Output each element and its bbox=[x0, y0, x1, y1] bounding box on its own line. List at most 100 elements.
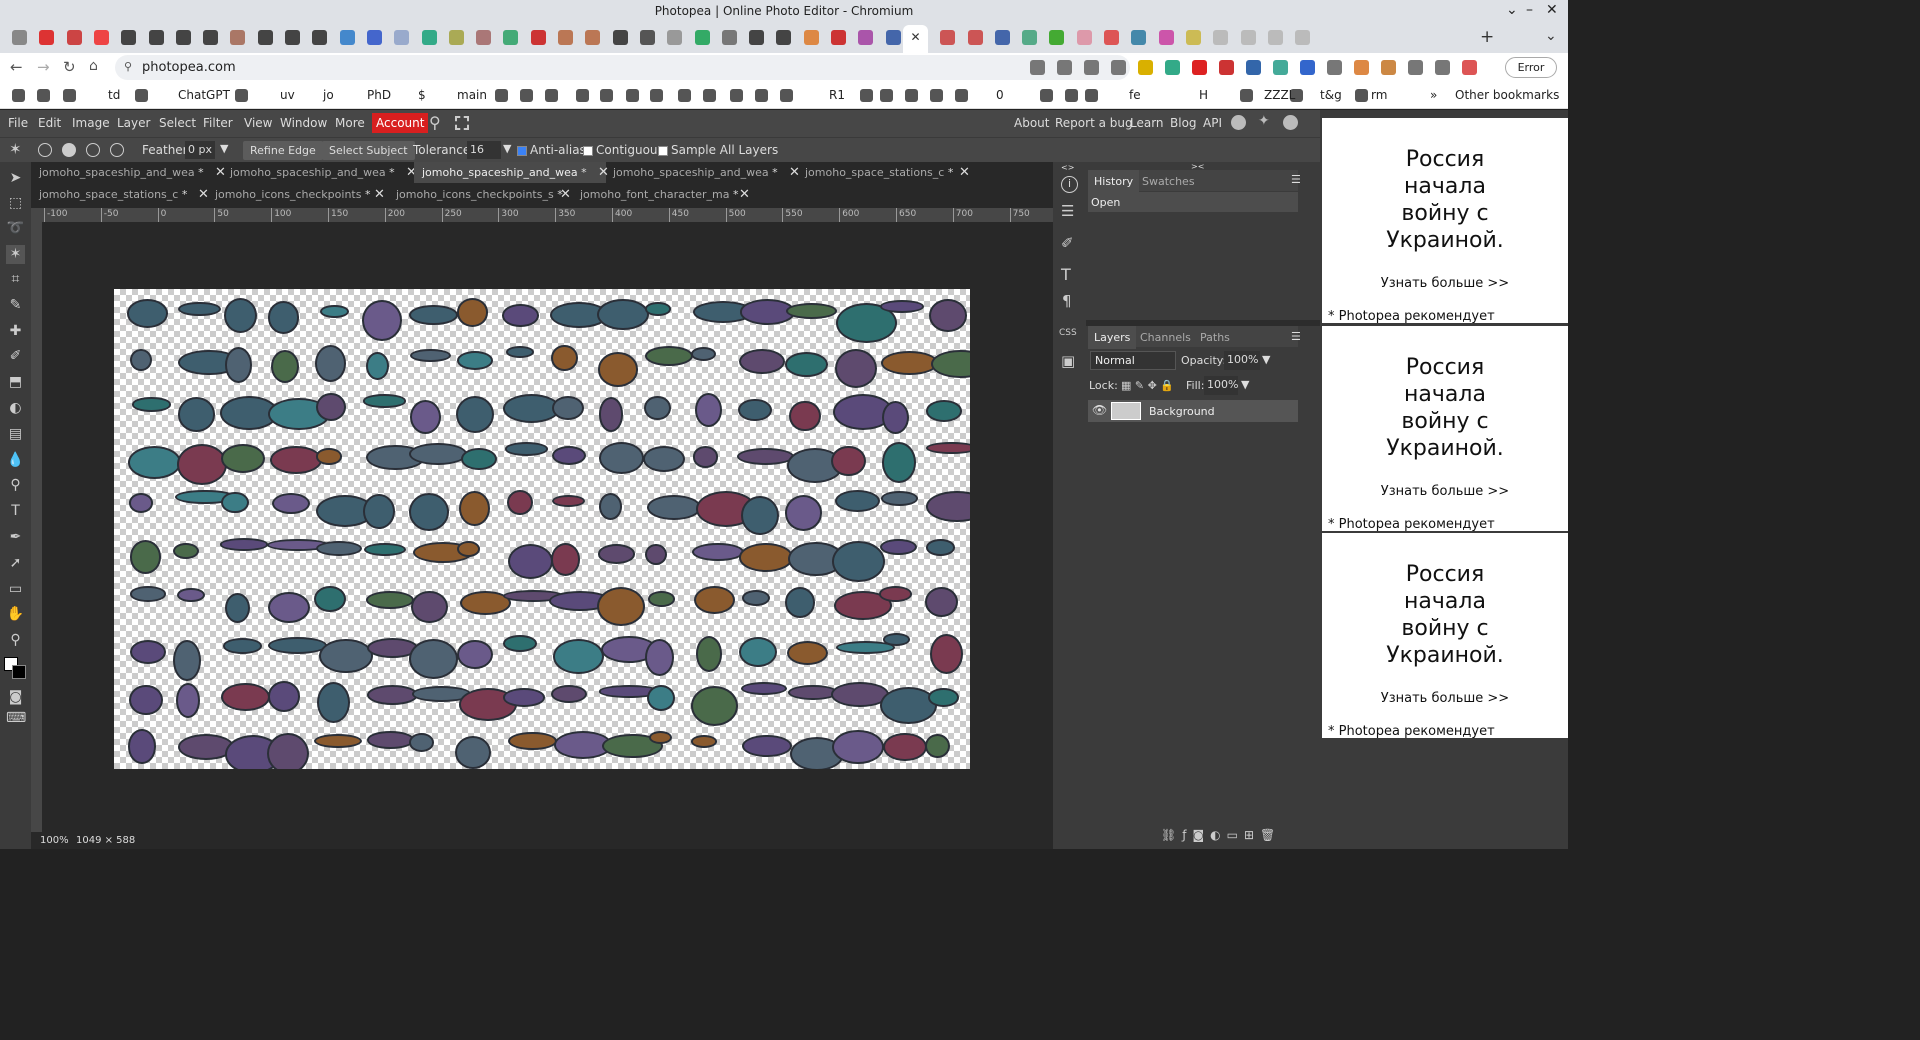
profile-error-button[interactable]: Error bbox=[1505, 57, 1557, 78]
new-selection-icon[interactable] bbox=[38, 143, 52, 157]
layer-actions[interactable]: ⛓ƒ◙◐▭⊞🗑 bbox=[1161, 828, 1281, 842]
tab-favicon[interactable] bbox=[749, 30, 765, 45]
tab-favicon[interactable] bbox=[694, 30, 710, 45]
extension-icon[interactable] bbox=[1327, 60, 1342, 75]
link-api[interactable]: API bbox=[1203, 116, 1222, 130]
bookmark-icon[interactable] bbox=[520, 89, 533, 102]
extension-icon[interactable] bbox=[1408, 60, 1423, 75]
layers-menu-icon[interactable]: ☰ bbox=[1291, 330, 1301, 343]
zoom-tool-icon[interactable]: ⚲ bbox=[6, 631, 25, 650]
collapse-icon[interactable]: <> bbox=[1061, 163, 1074, 172]
menu-select[interactable]: Select bbox=[159, 116, 196, 130]
extension-icon[interactable] bbox=[1300, 60, 1315, 75]
tab-favicon[interactable] bbox=[39, 30, 55, 45]
extension-icon[interactable] bbox=[1435, 60, 1450, 75]
tab-favicon[interactable] bbox=[1049, 30, 1065, 45]
delete-layer-icon[interactable]: 🗑 bbox=[1260, 828, 1281, 842]
bookmark-icon[interactable] bbox=[37, 89, 50, 102]
new-layer-icon[interactable]: ⊞ bbox=[1244, 828, 1260, 842]
link-layers-icon[interactable]: ⛓ bbox=[1161, 828, 1182, 842]
tab-history[interactable]: History bbox=[1088, 170, 1140, 193]
type-tool-icon[interactable]: T bbox=[6, 502, 25, 521]
contiguous-checkbox[interactable]: Contiguous bbox=[583, 143, 664, 157]
tab-close-icon[interactable]: ✕ bbox=[739, 187, 750, 202]
bookmark-icon[interactable] bbox=[860, 89, 873, 102]
site-info-icon[interactable]: ⚲ bbox=[124, 60, 132, 73]
document-tab[interactable]: jomoho_spaceship_and_wea * bbox=[414, 162, 606, 183]
lock-icons[interactable]: ▦ ✎ ✥ 🔒 bbox=[1121, 379, 1174, 392]
tab-close-icon[interactable]: ✕ bbox=[959, 165, 970, 180]
bookmark-icon[interactable] bbox=[780, 89, 793, 102]
group-icon[interactable]: ▭ bbox=[1227, 828, 1244, 842]
tab-favicon[interactable] bbox=[394, 30, 410, 45]
minimize-icon[interactable]: – bbox=[1526, 2, 1533, 18]
reload-icon[interactable]: ↻ bbox=[63, 58, 76, 76]
forward-icon[interactable]: → bbox=[37, 58, 50, 76]
tab-favicon[interactable] bbox=[1158, 30, 1174, 45]
tab-favicon[interactable] bbox=[1295, 30, 1311, 45]
shape-tool-icon[interactable]: ▭ bbox=[6, 580, 25, 599]
tab-favicon[interactable] bbox=[148, 30, 164, 45]
extension-icon[interactable] bbox=[1057, 60, 1072, 75]
adjustment-layer-icon[interactable]: ◐ bbox=[1210, 828, 1226, 842]
menu-more[interactable]: More bbox=[335, 116, 365, 130]
lasso-tool-icon[interactable]: ➰ bbox=[6, 219, 25, 238]
bookmark-icon[interactable] bbox=[650, 89, 663, 102]
link-report-a-bug[interactable]: Report a bug bbox=[1055, 116, 1133, 130]
bookmark-icon[interactable] bbox=[730, 89, 743, 102]
extension-icon[interactable] bbox=[1192, 60, 1207, 75]
tab-favicon[interactable] bbox=[230, 30, 246, 45]
tab-favicon[interactable] bbox=[639, 30, 655, 45]
document-tab[interactable]: jomoho_spaceship_and_wea * bbox=[31, 162, 223, 183]
adjustments-icon[interactable]: ☰ bbox=[1061, 202, 1074, 220]
visibility-eye-icon[interactable]: 👁 bbox=[1092, 403, 1107, 417]
active-tab-close-icon[interactable]: ✕ bbox=[903, 25, 928, 53]
menu-filter[interactable]: Filter bbox=[203, 116, 233, 130]
search-icon[interactable]: ⚲ bbox=[429, 113, 441, 132]
tab-favicon[interactable] bbox=[203, 30, 219, 45]
magic-wand-icon[interactable]: ✶ bbox=[9, 140, 22, 158]
document-tab[interactable]: jomoho_icons_checkpoints_s * bbox=[388, 184, 568, 205]
tab-favicon[interactable] bbox=[1240, 30, 1256, 45]
zoom-level[interactable]: 100% bbox=[40, 835, 69, 846]
tab-search-icon[interactable]: ⌄ bbox=[1545, 28, 1557, 44]
tab-favicon[interactable] bbox=[257, 30, 273, 45]
paragraph-icon[interactable]: ¶ bbox=[1062, 292, 1072, 310]
blend-mode-select[interactable]: Normal bbox=[1090, 351, 1176, 370]
tab-favicon[interactable] bbox=[940, 30, 956, 45]
close-window-icon[interactable]: ✕ bbox=[1546, 2, 1558, 18]
document-tab[interactable]: jomoho_spaceship_and_wea * bbox=[222, 162, 414, 183]
tolerance-input[interactable]: 16 bbox=[467, 141, 501, 159]
extension-icon[interactable] bbox=[1165, 60, 1180, 75]
healing-tool-icon[interactable]: ✚ bbox=[6, 322, 25, 341]
tab-favicon[interactable] bbox=[1213, 30, 1229, 45]
menu-edit[interactable]: Edit bbox=[38, 116, 61, 130]
twitter-icon[interactable]: ✦ bbox=[1258, 113, 1270, 129]
move-tool-icon[interactable]: ➤ bbox=[6, 169, 25, 188]
bookmark-icon[interactable] bbox=[930, 89, 943, 102]
bookmark-icon[interactable] bbox=[703, 89, 716, 102]
bookmark-icon[interactable] bbox=[576, 89, 589, 102]
brush-settings-icon[interactable]: ✐ bbox=[1061, 234, 1074, 252]
document-tab[interactable]: jomoho_spaceship_and_wea * bbox=[605, 162, 797, 183]
quick-mask-icon[interactable]: ◙ bbox=[6, 688, 25, 707]
tab-favicon[interactable] bbox=[994, 30, 1010, 45]
tab-favicon[interactable] bbox=[1104, 30, 1119, 45]
bookmark-item[interactable]: R1 bbox=[829, 88, 845, 102]
extension-icon[interactable] bbox=[1246, 60, 1261, 75]
bookmark-icon[interactable] bbox=[12, 89, 25, 102]
keyboard-icon[interactable]: ⌨ bbox=[6, 709, 26, 728]
mask-icon[interactable]: ◙ bbox=[1192, 828, 1210, 842]
background-color-swatch[interactable] bbox=[12, 665, 26, 679]
fullscreen-icon[interactable] bbox=[455, 116, 469, 130]
extension-icon[interactable] bbox=[1111, 60, 1126, 75]
bookmark-item[interactable]: fe bbox=[1129, 88, 1141, 102]
tab-paths[interactable]: Paths bbox=[1194, 326, 1236, 349]
bookmark-icon[interactable] bbox=[235, 89, 248, 102]
tab-favicon[interactable] bbox=[93, 30, 109, 45]
eyedropper-tool-icon[interactable]: ✎ bbox=[6, 296, 25, 315]
bookmark-item[interactable]: rm bbox=[1371, 88, 1387, 102]
bookmark-icon[interactable] bbox=[755, 89, 768, 102]
tab-favicon[interactable] bbox=[12, 30, 27, 45]
tab-close-icon[interactable]: ✕ bbox=[374, 187, 385, 202]
